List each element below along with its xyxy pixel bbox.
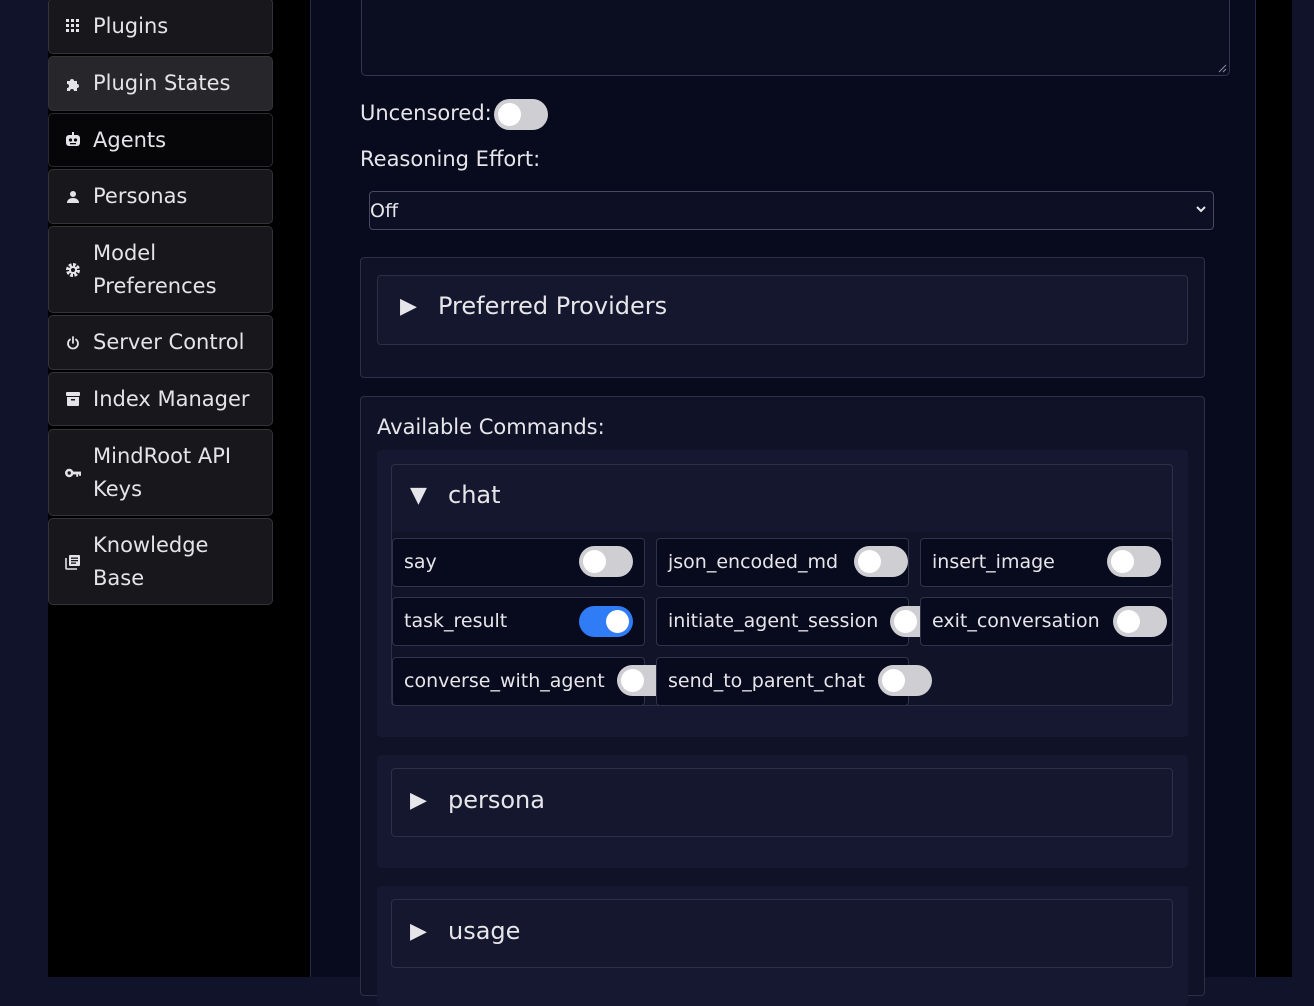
sidebar-item-label: Agents [93, 127, 167, 152]
command-group-chat-header [391, 464, 1173, 532]
expanded-arrow-icon: ▼ [410, 482, 427, 508]
archive-icon [65, 391, 81, 407]
preferred-providers-toggle[interactable]: ▶ Preferred Providers [400, 292, 667, 320]
sidebar-item-plugins[interactable]: Plugins [48, 0, 273, 54]
reasoning-effort-label: Reasoning Effort: [360, 147, 541, 171]
collapsed-arrow-icon: ▶ [400, 293, 417, 319]
toggle-knob [1111, 550, 1134, 573]
sidebar-item-knowledge-base[interactable]: Knowledge Base [48, 518, 273, 605]
sidebar-item-model-preferences[interactable]: Model Preferences [48, 226, 273, 313]
grid-icon [65, 18, 81, 34]
sidebar-item-label: Knowledge Base [93, 532, 209, 590]
person-icon [65, 189, 81, 205]
robot-icon [65, 132, 81, 148]
toggle-knob [894, 610, 917, 633]
sidebar-item-label: Plugin States [93, 71, 231, 95]
sidebar-item-label: Personas [93, 184, 188, 208]
power-icon [65, 335, 81, 351]
command-group-label: chat [448, 481, 501, 509]
command-name: say [404, 551, 437, 573]
command-name: initiate_agent_session [668, 610, 879, 632]
command-item-converse-with-agent: converse_with_agent [392, 657, 645, 706]
command-name: send_to_parent_chat [668, 670, 866, 692]
toggle-knob [498, 103, 521, 126]
command-name: json_encoded_md [668, 551, 839, 573]
chevron-down-icon [1196, 206, 1206, 213]
toggle-knob [882, 669, 905, 692]
command-item-initiate-agent-session: initiate_agent_session [656, 597, 909, 646]
preferred-providers-label: Preferred Providers [438, 292, 668, 320]
command-group-usage-toggle[interactable]: ▶ usage [410, 917, 520, 945]
sidebar-item-label: Index Manager [93, 386, 250, 411]
sidebar-item-label: Model Preferences [93, 240, 217, 298]
toggle-knob [583, 550, 606, 573]
library-icon [65, 554, 81, 570]
command-toggle-send-to-parent-chat[interactable] [878, 665, 932, 696]
gear-icon [65, 262, 81, 278]
sidebar-item-plugin-states[interactable]: Plugin States [48, 56, 273, 111]
command-item-send-to-parent-chat: send_to_parent_chat [656, 657, 909, 706]
puzzle-icon [65, 76, 81, 92]
reasoning-effort-select[interactable]: Off [369, 191, 1214, 230]
collapsed-arrow-icon: ▶ [410, 918, 427, 944]
page-gutter [1256, 0, 1292, 977]
command-name: task_result [404, 610, 508, 632]
command-group-persona-toggle[interactable]: ▶ persona [410, 786, 545, 814]
command-name: converse_with_agent [404, 670, 605, 692]
sidebar-item-label: Plugins [93, 13, 169, 38]
sidebar-item-label: Server Control [93, 330, 245, 354]
command-toggle-insert-image[interactable] [1107, 546, 1161, 577]
command-name: insert_image [932, 551, 1055, 573]
command-toggle-say[interactable] [579, 546, 633, 577]
sidebar: Plugins Plugin States Agents Personas Mo… [48, 0, 310, 977]
toggle-knob [858, 550, 881, 573]
sidebar-item-index-manager[interactable]: Index Manager [48, 372, 273, 426]
uncensored-toggle[interactable] [494, 99, 548, 130]
resize-grip-icon[interactable] [1218, 64, 1227, 73]
page-edge [1292, 0, 1314, 977]
command-toggle-task-result[interactable] [579, 606, 633, 637]
available-commands-label: Available Commands: [377, 415, 605, 439]
toggle-knob [1117, 610, 1140, 633]
toggle-knob [621, 669, 644, 692]
command-group-chat-toggle[interactable]: ▼ chat [410, 481, 501, 509]
uncensored-label: Uncensored: [360, 101, 492, 125]
sidebar-item-agents[interactable]: Agents [48, 113, 273, 167]
command-toggle-exit-conversation[interactable] [1113, 606, 1167, 637]
instructions-textarea[interactable] [361, 0, 1230, 76]
reasoning-effort-value: Off [370, 199, 399, 222]
toggle-knob [606, 610, 629, 633]
command-group-label: persona [448, 786, 545, 814]
key-icon [65, 465, 81, 481]
sidebar-item-server-control[interactable]: Server Control [48, 315, 273, 370]
sidebar-item-personas[interactable]: Personas [48, 169, 273, 224]
collapsed-arrow-icon: ▶ [410, 787, 427, 813]
sidebar-item-mindroot-api-keys[interactable]: MindRoot API Keys [48, 429, 273, 516]
command-name: exit_conversation [932, 610, 1100, 632]
command-group-label: usage [448, 917, 521, 945]
sidebar-item-label: MindRoot API Keys [93, 443, 232, 501]
command-toggle-json-encoded-md[interactable] [854, 546, 908, 577]
